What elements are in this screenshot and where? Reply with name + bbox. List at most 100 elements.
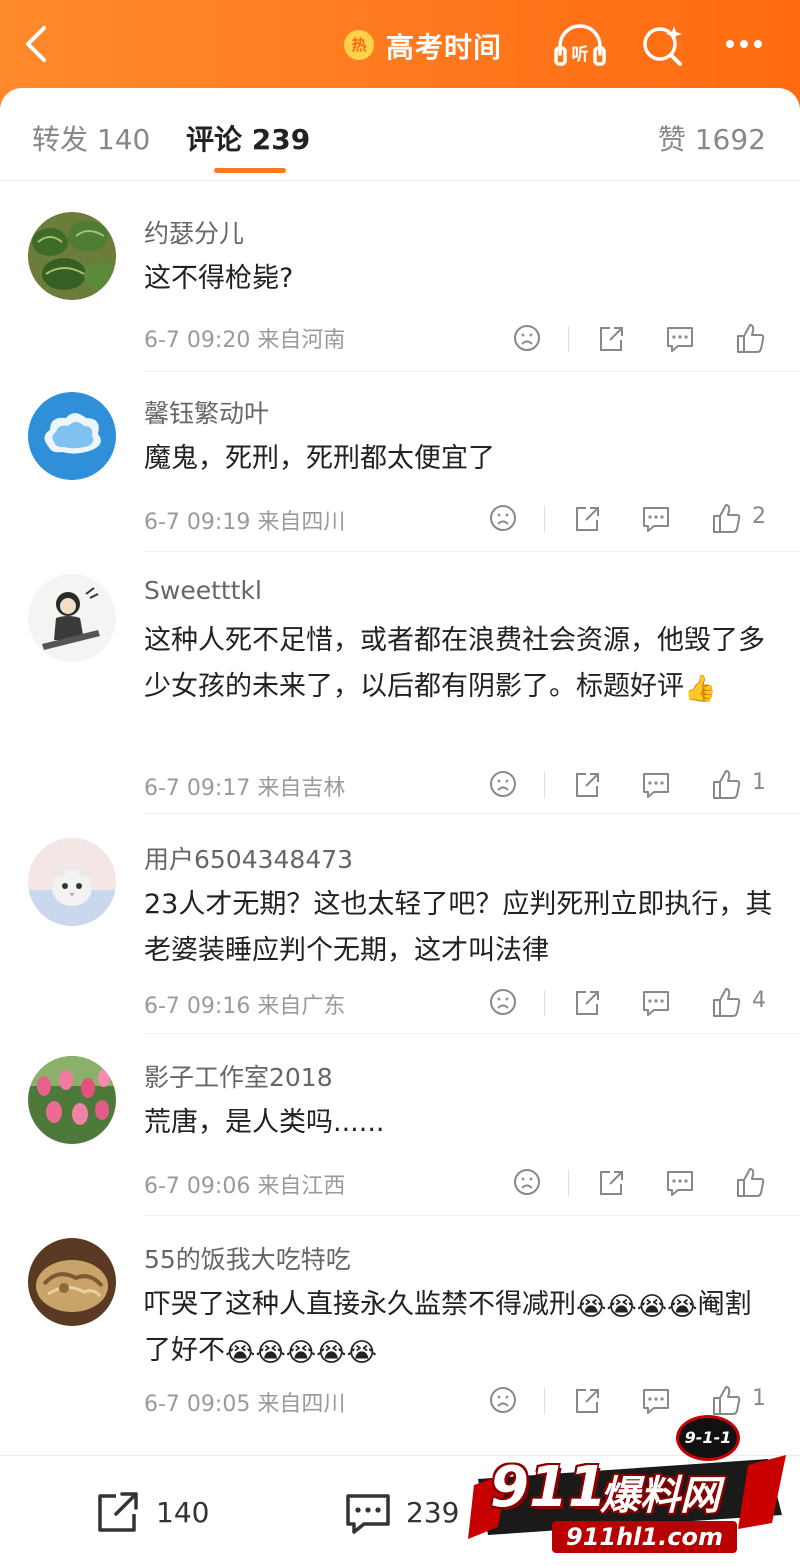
watermark-name: 爆料网 [600, 1473, 720, 1519]
reply-button[interactable] [640, 766, 672, 802]
avatar[interactable] [28, 1056, 116, 1144]
comment-time: 6-7 09:16 [144, 994, 251, 1019]
comment-meta: 6-7 09:19 来自四川 [144, 504, 345, 536]
crying-emoji-icon: 😭 [255, 1338, 286, 1368]
divider [544, 990, 545, 1016]
dislike-button[interactable] [512, 320, 542, 356]
comment-actions: 1 [488, 766, 772, 802]
dislike-button[interactable] [512, 1164, 542, 1200]
avatar[interactable] [28, 838, 116, 926]
comment-location: 来自广东 [257, 994, 346, 1019]
share-button[interactable] [596, 320, 626, 356]
like-button[interactable] [734, 1164, 766, 1200]
like-button[interactable]: 1 [710, 766, 766, 802]
dislike-button[interactable] [488, 984, 518, 1020]
share-button[interactable] [572, 500, 602, 536]
share-icon [576, 991, 599, 1015]
avatar[interactable] [28, 1238, 116, 1326]
comment-text: 这不得枪毙? [144, 263, 294, 294]
crying-emoji-icon: 😭 [225, 1338, 256, 1368]
listen-button[interactable]: 听 [552, 20, 608, 70]
share-button[interactable] [572, 766, 602, 802]
frown-face-icon [514, 1169, 540, 1195]
divider [544, 506, 545, 532]
cat-avatar-image [28, 838, 116, 926]
tab-reposts[interactable]: 转发 140 [32, 118, 150, 158]
comment-username[interactable]: 影子工作室2018 [144, 1058, 333, 1094]
watermelon-avatar-image [28, 212, 116, 300]
avatar[interactable] [28, 212, 116, 300]
reply-button[interactable] [640, 1382, 672, 1418]
comment-location: 来自吉林 [257, 776, 346, 801]
reply-button[interactable] [640, 984, 672, 1020]
sparkle-search-icon [643, 26, 682, 66]
share-icon [576, 507, 599, 531]
frown-face-icon [514, 325, 540, 351]
comment-username[interactable]: 55的饭我大吃特吃 [144, 1240, 351, 1276]
comment-bubble-icon [643, 1389, 669, 1414]
comment-count: 239 [406, 1496, 460, 1529]
avatar[interactable] [28, 392, 116, 480]
comment-text: 这种人死不足惜，或者都在浪费社会资源，他毁了多少女孩的未来了，以后都有阴影了。标… [144, 618, 774, 710]
search-button[interactable] [636, 20, 692, 70]
like-button[interactable]: 4 [710, 984, 766, 1020]
cloud-avatar-image [28, 392, 116, 480]
tab-bar: 转发 140 评论 239 赞 1692 [0, 88, 800, 181]
comment-actions: 4 [488, 984, 772, 1020]
tab-likes-label: 赞 [657, 123, 686, 156]
watermark-badge: 9-1-1 [676, 1415, 740, 1461]
frown-face-icon [490, 505, 516, 531]
back-button[interactable] [16, 22, 60, 66]
share-button[interactable] [572, 1382, 602, 1418]
comment-button[interactable]: 239 [342, 1486, 482, 1538]
dislike-button[interactable] [488, 500, 518, 536]
comment-actions: 1 [488, 1382, 772, 1418]
share-button[interactable] [572, 984, 602, 1020]
divider [144, 813, 800, 814]
food-avatar-image [28, 1238, 116, 1326]
comment-text-part: 吓哭了这种人直接永久监禁不得减刑 [144, 1289, 576, 1320]
comment-username[interactable]: 约瑟分儿 [144, 214, 244, 250]
tulips-avatar-image [28, 1056, 116, 1144]
comment-username[interactable]: 用户6504348473 [144, 840, 353, 876]
dislike-button[interactable] [488, 1382, 518, 1418]
share-button[interactable] [596, 1164, 626, 1200]
tab-comments[interactable]: 评论 239 [186, 118, 310, 158]
avatar[interactable] [28, 574, 116, 662]
comment-text: 荒唐，是人类吗...... [144, 1107, 385, 1138]
topic-title[interactable]: 高考时间 [386, 26, 502, 66]
site-watermark-logo: 9-1-1 911 爆料网 911hl1.com [468, 1415, 788, 1565]
watermark-number: 911 [490, 1455, 607, 1520]
crying-emoji-icon: 😭 [606, 1292, 637, 1322]
comment-time: 6-7 09:19 [144, 510, 251, 535]
like-button[interactable]: 1 [710, 1382, 766, 1418]
reply-button[interactable] [664, 320, 696, 356]
repost-button[interactable]: 140 [92, 1486, 232, 1538]
like-button[interactable]: 2 [710, 500, 766, 536]
comment-item: 馨钰繁动叶 魔鬼，死刑，死刑都太便宜了 6-7 09:19 来自四川 2 [0, 392, 800, 552]
chevron-left-icon [26, 26, 46, 62]
comment-username[interactable]: 馨钰繁动叶 [144, 394, 269, 430]
comment-bubble-icon [346, 1494, 390, 1534]
divider [144, 1033, 800, 1034]
active-tab-indicator [214, 168, 286, 173]
dislike-button[interactable] [488, 766, 518, 802]
more-options-button[interactable] [716, 20, 772, 70]
comment-location: 来自河南 [257, 328, 346, 353]
frown-face-icon [490, 771, 516, 797]
reply-button[interactable] [640, 500, 672, 536]
comment-username[interactable]: Sweetttkl [144, 576, 262, 605]
tab-likes[interactable]: 赞 1692 [658, 118, 766, 158]
share-icon [600, 327, 623, 351]
sketch-character-avatar-image [28, 574, 116, 662]
like-button[interactable] [734, 320, 766, 356]
comment-meta: 6-7 09:06 来自江西 [144, 1168, 345, 1200]
comment-text-body: 这种人死不足惜，或者都在浪费社会资源，他毁了多少女孩的未来了，以后都有阴影了。标… [144, 625, 765, 702]
comment-bubble-icon [643, 507, 669, 532]
share-icon [576, 773, 599, 797]
watermark-url: 911hl1.com [552, 1521, 737, 1553]
divider [144, 551, 800, 552]
comment-item: 约瑟分儿 这不得枪毙? 6-7 09:20 来自河南 [0, 212, 800, 372]
thumbs-up-icon [713, 1386, 741, 1415]
reply-button[interactable] [664, 1164, 696, 1200]
